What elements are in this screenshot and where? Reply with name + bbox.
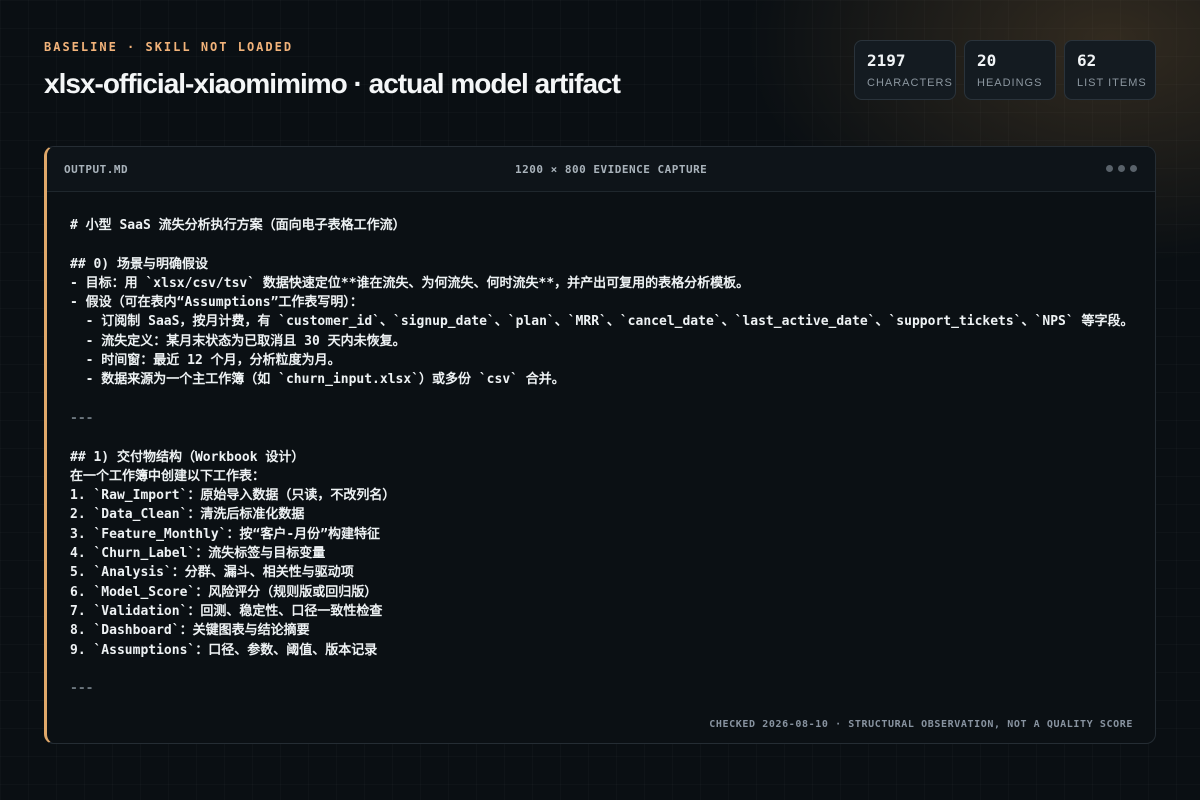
stat-value: 2197 bbox=[867, 51, 906, 70]
window-dot-icon bbox=[1106, 165, 1113, 172]
window-dot-icon bbox=[1118, 165, 1125, 172]
markdown-content: # 小型 SaaS 流失分析执行方案（面向电子表格工作流） ## 0) 场景与明确… bbox=[70, 216, 1140, 698]
markdown-line: 9. `Assumptions`：口径、参数、阈值、版本记录 bbox=[70, 642, 378, 658]
markdown-line bbox=[70, 428, 1140, 447]
markdown-line bbox=[70, 235, 1140, 254]
markdown-line: --- bbox=[70, 681, 94, 697]
markdown-line: 1. `Raw_Import`：原始导入数据（只读，不改列名） bbox=[70, 488, 396, 504]
output-panel: OUTPUT.MD 1200 × 800 EVIDENCE CAPTURE # … bbox=[44, 146, 1156, 744]
stat-card-list-items: 62 LIST ITEMS bbox=[1064, 40, 1156, 100]
markdown-line: 5. `Analysis`：分群、漏斗、相关性与驱动项 bbox=[70, 565, 354, 581]
markdown-line: 4. `Churn_Label`：流失标签与目标变量 bbox=[70, 546, 326, 562]
panel-footer: CHECKED 2026-08-10 · STRUCTURAL OBSERVAT… bbox=[709, 719, 1133, 730]
baseline-label: BASELINE · SKILL NOT LOADED bbox=[44, 40, 294, 54]
markdown-line: - 订阅制 SaaS，按月计费，有 `customer_id`、`signup_… bbox=[70, 314, 1134, 330]
panel-filename: OUTPUT.MD bbox=[64, 163, 129, 176]
markdown-line: ## 1) 交付物结构（Workbook 设计） bbox=[70, 449, 305, 465]
panel-caption: 1200 × 800 EVIDENCE CAPTURE bbox=[515, 163, 708, 176]
page-title: xlsx-official-xiaomimimo · actual model … bbox=[44, 68, 621, 99]
markdown-line: - 假设（可在表内“Assumptions”工作表写明）： bbox=[70, 295, 363, 311]
stat-value: 62 bbox=[1077, 51, 1097, 70]
panel-header: OUTPUT.MD 1200 × 800 EVIDENCE CAPTURE bbox=[47, 147, 1155, 192]
markdown-line bbox=[70, 660, 1140, 679]
window-controls bbox=[1106, 165, 1137, 172]
stat-card-headings: 20 HEADINGS bbox=[964, 40, 1056, 100]
markdown-line: - 时间窗：最近 12 个月，分析粒度为月。 bbox=[70, 353, 341, 369]
markdown-line: 8. `Dashboard`：关键图表与结论摘要 bbox=[70, 623, 310, 639]
markdown-line: --- bbox=[70, 410, 94, 426]
markdown-line: - 流失定义：某月末状态为已取消且 30 天内未恢复。 bbox=[70, 333, 406, 349]
markdown-line: 7. `Validation`：回测、稳定性、口径一致性检查 bbox=[70, 603, 383, 619]
markdown-line: 3. `Feature_Monthly`：按“客户-月份”构建特征 bbox=[70, 526, 381, 542]
markdown-line: # 小型 SaaS 流失分析执行方案（面向电子表格工作流） bbox=[70, 218, 406, 233]
markdown-line: 6. `Model_Score`：风险评分（规则版或回归版） bbox=[70, 584, 378, 600]
stat-value: 20 bbox=[977, 51, 997, 70]
markdown-line: 2. `Data_Clean`：清洗后标准化数据 bbox=[70, 507, 305, 523]
markdown-line: - 目标：用 `xlsx/csv/tsv` 数据快速定位**谁在流失、为何流失、… bbox=[70, 275, 750, 291]
markdown-line bbox=[70, 390, 1140, 409]
window-dot-icon bbox=[1130, 165, 1137, 172]
markdown-line: - 数据来源为一个主工作簿（如 `churn_input.xlsx`）或多份 `… bbox=[70, 372, 565, 388]
stat-card-characters: 2197 CHARACTERS bbox=[854, 40, 956, 100]
stat-label: CHARACTERS bbox=[867, 77, 953, 89]
markdown-line: 在一个工作簿中创建以下工作表： bbox=[70, 468, 266, 484]
stat-label: LIST ITEMS bbox=[1077, 77, 1147, 89]
markdown-line: ## 0) 场景与明确假设 bbox=[70, 256, 208, 272]
stat-label: HEADINGS bbox=[977, 77, 1043, 89]
